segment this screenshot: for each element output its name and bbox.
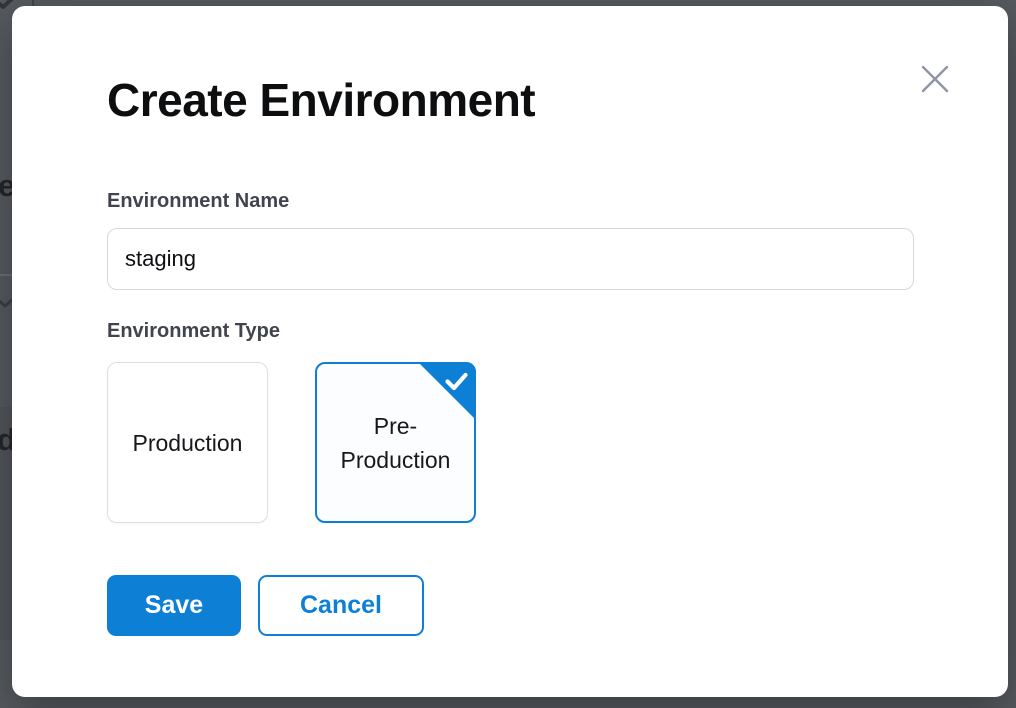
dialog-actions: Save Cancel xyxy=(107,575,424,636)
close-button[interactable] xyxy=(915,59,955,99)
environment-name-input[interactable] xyxy=(107,228,914,290)
option-card-pre-production[interactable]: Pre-Production xyxy=(315,362,476,523)
page-title: Create Environment xyxy=(107,74,535,127)
close-icon xyxy=(920,64,950,94)
create-environment-dialog: Create Environment Environment Name Envi… xyxy=(12,6,1008,697)
option-label: Pre-Production xyxy=(331,409,460,477)
cancel-button[interactable]: Cancel xyxy=(258,575,424,636)
environment-type-label: Environment Type xyxy=(107,319,280,344)
check-icon xyxy=(445,372,468,391)
backdrop-divider xyxy=(0,274,12,276)
option-card-production[interactable]: Production xyxy=(107,362,268,523)
environment-type-options: Production Pre-Production xyxy=(107,362,476,523)
option-label: Production xyxy=(133,426,243,460)
save-button[interactable]: Save xyxy=(107,575,241,636)
environment-name-label: Environment Name xyxy=(107,189,289,214)
